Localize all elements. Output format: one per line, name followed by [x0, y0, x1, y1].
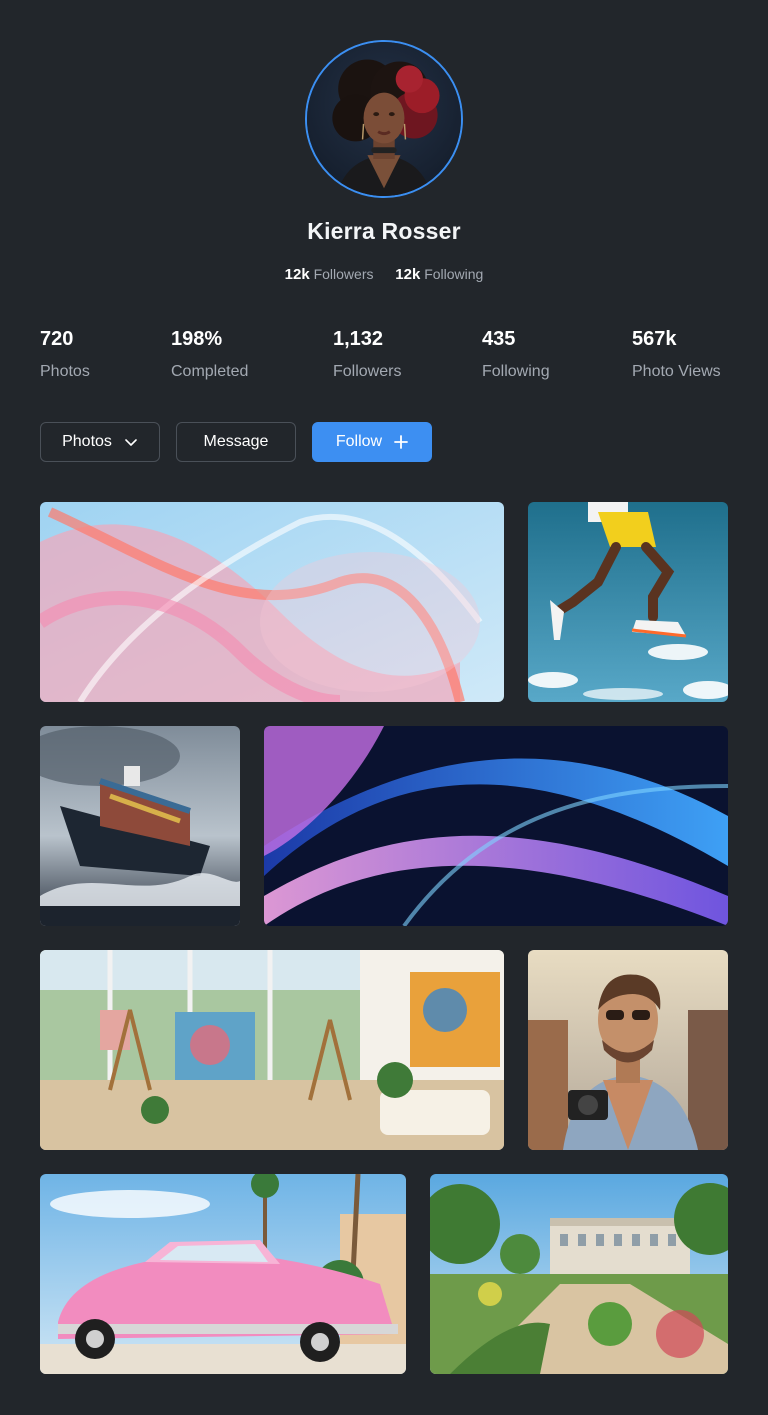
stat-value: 1,132: [333, 328, 384, 350]
stat-completed: 198% Completed: [171, 328, 248, 381]
stat-value: 198%: [171, 328, 223, 350]
stat-photos: 720 Photos: [40, 328, 90, 381]
following-count: 12k: [395, 266, 421, 283]
plus-icon: [394, 435, 409, 449]
profile-avatar[interactable]: [305, 40, 463, 198]
stat-value: 435: [482, 328, 516, 350]
stat-label: Following: [482, 363, 550, 380]
follow-button-label: Follow: [335, 433, 383, 450]
followers-count: 12k: [284, 266, 310, 283]
message-button-label: Message: [203, 433, 269, 450]
stat-following: 435 Following: [482, 328, 550, 381]
photo-mansion-garden[interactable]: [430, 1174, 728, 1374]
chevron-down-icon: [124, 435, 138, 449]
stat-label: Photos: [40, 363, 90, 380]
photo-smiling-photographer[interactable]: [528, 950, 728, 1150]
stat-label: Photo Views: [632, 363, 721, 380]
profile-name: Kierra Rosser: [307, 218, 461, 244]
photo-abstract-blue-ribbons[interactable]: [264, 726, 728, 926]
photo-cargo-ship[interactable]: [40, 726, 240, 926]
stat-followers: 1,132 Followers: [333, 328, 401, 381]
message-button[interactable]: Message: [176, 422, 296, 462]
stat-label: Followers: [333, 363, 402, 380]
photos-filter-label: Photos: [62, 433, 112, 450]
stat-label: Completed: [171, 363, 249, 380]
photo-abstract-glass-waves[interactable]: [40, 502, 504, 702]
photo-art-studio[interactable]: [40, 950, 504, 1150]
profile-page: Kierra Rosser 12k Followers 12k Followin…: [0, 0, 768, 1415]
avatar-image: [307, 42, 461, 196]
photos-filter-dropdown[interactable]: Photos: [40, 422, 160, 462]
stat-value: 720: [40, 328, 74, 350]
photo-pink-classic-car[interactable]: [40, 1174, 406, 1374]
follow-button[interactable]: Follow: [312, 422, 432, 462]
followers-label: Followers: [313, 266, 374, 282]
stat-value: 567k: [632, 328, 677, 350]
follow-summary: 12k Followers 12k Following: [0, 266, 768, 283]
photo-jumping-athlete[interactable]: [528, 502, 728, 702]
following-label: Following: [424, 266, 484, 282]
stat-photo-views: 567k Photo Views: [632, 328, 721, 381]
